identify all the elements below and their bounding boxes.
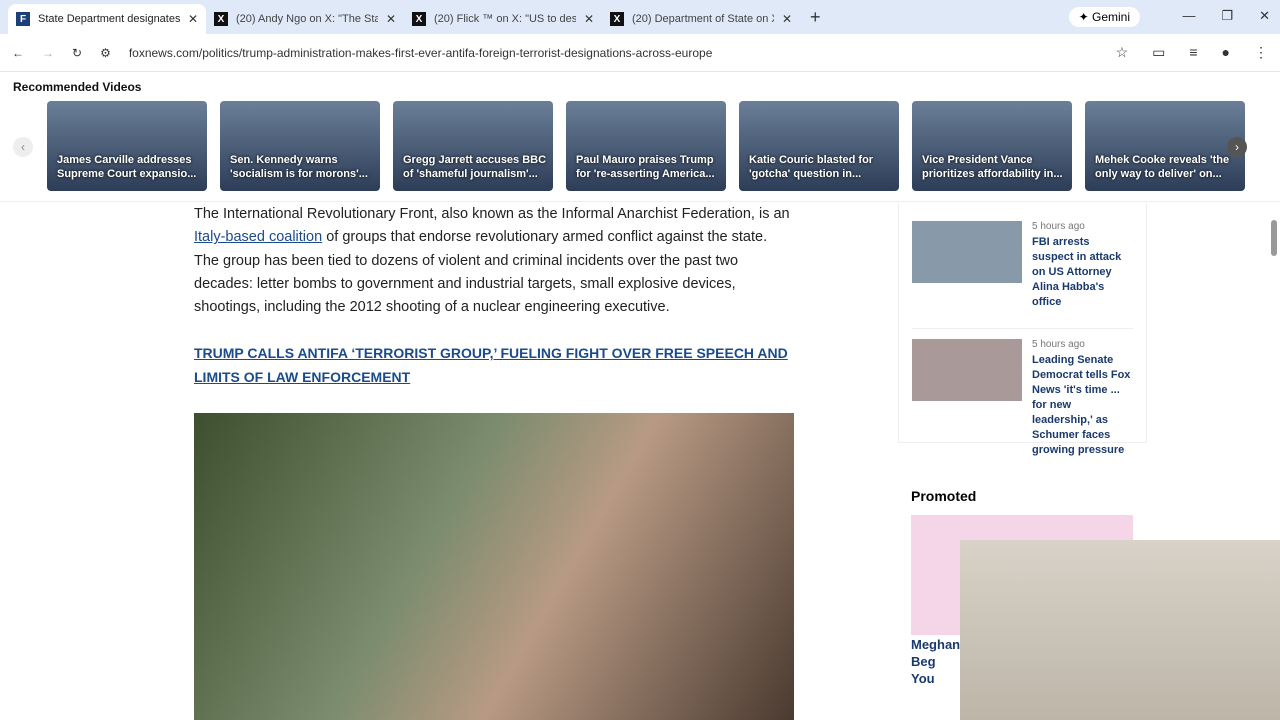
video-title: Katie Couric blasted for 'gotcha' questi… — [749, 154, 874, 180]
thumbnail — [912, 221, 1022, 283]
italy-coalition-link[interactable]: Italy-based coalition — [194, 229, 322, 245]
tab-title: (20) Andy Ngo on X: "The State — [236, 13, 378, 25]
promoted-heading: Promoted — [911, 488, 977, 504]
related-headline-link[interactable]: TRUMP CALLS ANTIFA ‘TERRORIST GROUP,’ FU… — [194, 342, 794, 389]
profile-avatar[interactable]: ● — [1222, 44, 1230, 61]
tab-bar: F State Department designates 4 ✕ X (20) An… — [0, 0, 1280, 34]
site-settings-icon[interactable]: ⚙ — [100, 46, 111, 60]
bookmark-star-icon[interactable]: ☆ — [1116, 44, 1129, 61]
video-title: Vice President Vance prioritizes afforda… — [922, 154, 1063, 180]
video-card[interactable]: Gregg Jarrett accuses BBC of 'shameful j… — [393, 101, 553, 191]
gemini-button[interactable]: ✦ Gemini — [1068, 7, 1140, 27]
sidebar-item[interactable]: 5 hours ago FBI arrests suspect in attack… — [899, 203, 1146, 310]
video-card[interactable]: Katie Couric blasted for 'gotcha' questi… — [739, 101, 899, 191]
x-icon: X — [214, 12, 228, 26]
close-icon[interactable]: ✕ — [188, 12, 198, 26]
video-card[interactable]: Sen. Kennedy warns 'socialism is for mor… — [220, 101, 380, 191]
minimize-icon[interactable]: — — [1182, 8, 1195, 24]
webcam-overlay — [960, 540, 1280, 720]
gemini-icon: ✦ — [1078, 10, 1092, 24]
video-title: Sen. Kennedy warns 'socialism is for mor… — [230, 154, 368, 180]
article-photo — [194, 413, 794, 720]
tab-3[interactable]: X (20) Department of State on X: ✕ — [602, 4, 800, 34]
cast-icon[interactable]: ▭ — [1152, 44, 1165, 61]
tab-2[interactable]: X (20) Flick ™ on X: "US to design ✕ — [404, 4, 602, 34]
timestamp: 5 hours ago — [1032, 339, 1085, 350]
timestamp: 5 hours ago — [1032, 221, 1085, 232]
sidebar-news: 5 hours ago FBI arrests suspect in attack… — [898, 203, 1147, 456]
video-card[interactable]: James Carville addresses Supreme Court e… — [47, 101, 207, 191]
url-input[interactable]: foxnews.com/politics/trump-administratio… — [129, 46, 1098, 60]
new-tab-button[interactable]: + — [800, 7, 831, 34]
video-title: James Carville addresses Supreme Court e… — [57, 154, 197, 180]
tab-1[interactable]: X (20) Andy Ngo on X: "The State ✕ — [206, 4, 404, 34]
x-icon: X — [610, 12, 624, 26]
headline[interactable]: FBI arrests suspect in attack on US Atto… — [1032, 235, 1133, 310]
x-icon: X — [412, 12, 426, 26]
video-title: Gregg Jarrett accuses BBC of 'shameful j… — [403, 154, 547, 180]
text: The International Revolutionary Front, a… — [194, 206, 790, 222]
forward-icon[interactable]: → — [42, 46, 54, 60]
address-bar: ← → ↻ ⚙ foxnews.com/politics/trump-admin… — [0, 34, 1280, 72]
article-paragraph: The International Revolutionary Front, a… — [194, 203, 794, 319]
tab-title: State Department designates 4 — [38, 13, 180, 25]
scrollbar[interactable] — [1271, 220, 1277, 256]
thumbnail — [912, 339, 1022, 401]
carousel-next-icon[interactable]: › — [1227, 137, 1247, 157]
video-card[interactable]: Mehek Cooke reveals 'the only way to del… — [1085, 101, 1245, 191]
video-card[interactable]: Vice President Vance prioritizes afforda… — [912, 101, 1072, 191]
menu-icon[interactable]: ⋮ — [1254, 44, 1268, 61]
close-window-icon[interactable]: ✕ — [1259, 8, 1270, 24]
back-icon[interactable]: ← — [12, 46, 24, 60]
gemini-label: Gemini — [1091, 10, 1130, 24]
tab-title: (20) Flick ™ on X: "US to design — [434, 13, 576, 25]
close-icon[interactable]: ✕ — [584, 12, 594, 26]
sidebar-item[interactable]: 5 hours ago Leading Senate Democrat tells… — [912, 328, 1133, 458]
recommended-title: Recommended Videos — [13, 80, 142, 94]
video-title: Mehek Cooke reveals 'the only way to del… — [1095, 154, 1230, 180]
headline[interactable]: Leading Senate Democrat tells Fox News '… — [1032, 353, 1133, 458]
video-title: Paul Mauro praises Trump for 're-asserti… — [576, 154, 715, 180]
recommended-videos: Recommended Videos ‹ James Carville addr… — [0, 72, 1280, 202]
carousel-prev-icon[interactable]: ‹ — [13, 137, 33, 157]
fox-news-icon: F — [16, 12, 30, 26]
tab-title: (20) Department of State on X: — [632, 13, 774, 25]
video-card[interactable]: Paul Mauro praises Trump for 're-asserti… — [566, 101, 726, 191]
media-icon[interactable]: ≡ — [1189, 44, 1197, 61]
restore-icon[interactable]: ❐ — [1221, 8, 1233, 24]
close-icon[interactable]: ✕ — [386, 12, 396, 26]
promoted-caption[interactable]: Meghan Beg You — [911, 636, 961, 687]
reload-icon[interactable]: ↻ — [72, 46, 82, 60]
tab-0[interactable]: F State Department designates 4 ✕ — [8, 4, 206, 34]
close-icon[interactable]: ✕ — [782, 12, 792, 26]
article-body: The International Revolutionary Front, a… — [194, 203, 794, 389]
